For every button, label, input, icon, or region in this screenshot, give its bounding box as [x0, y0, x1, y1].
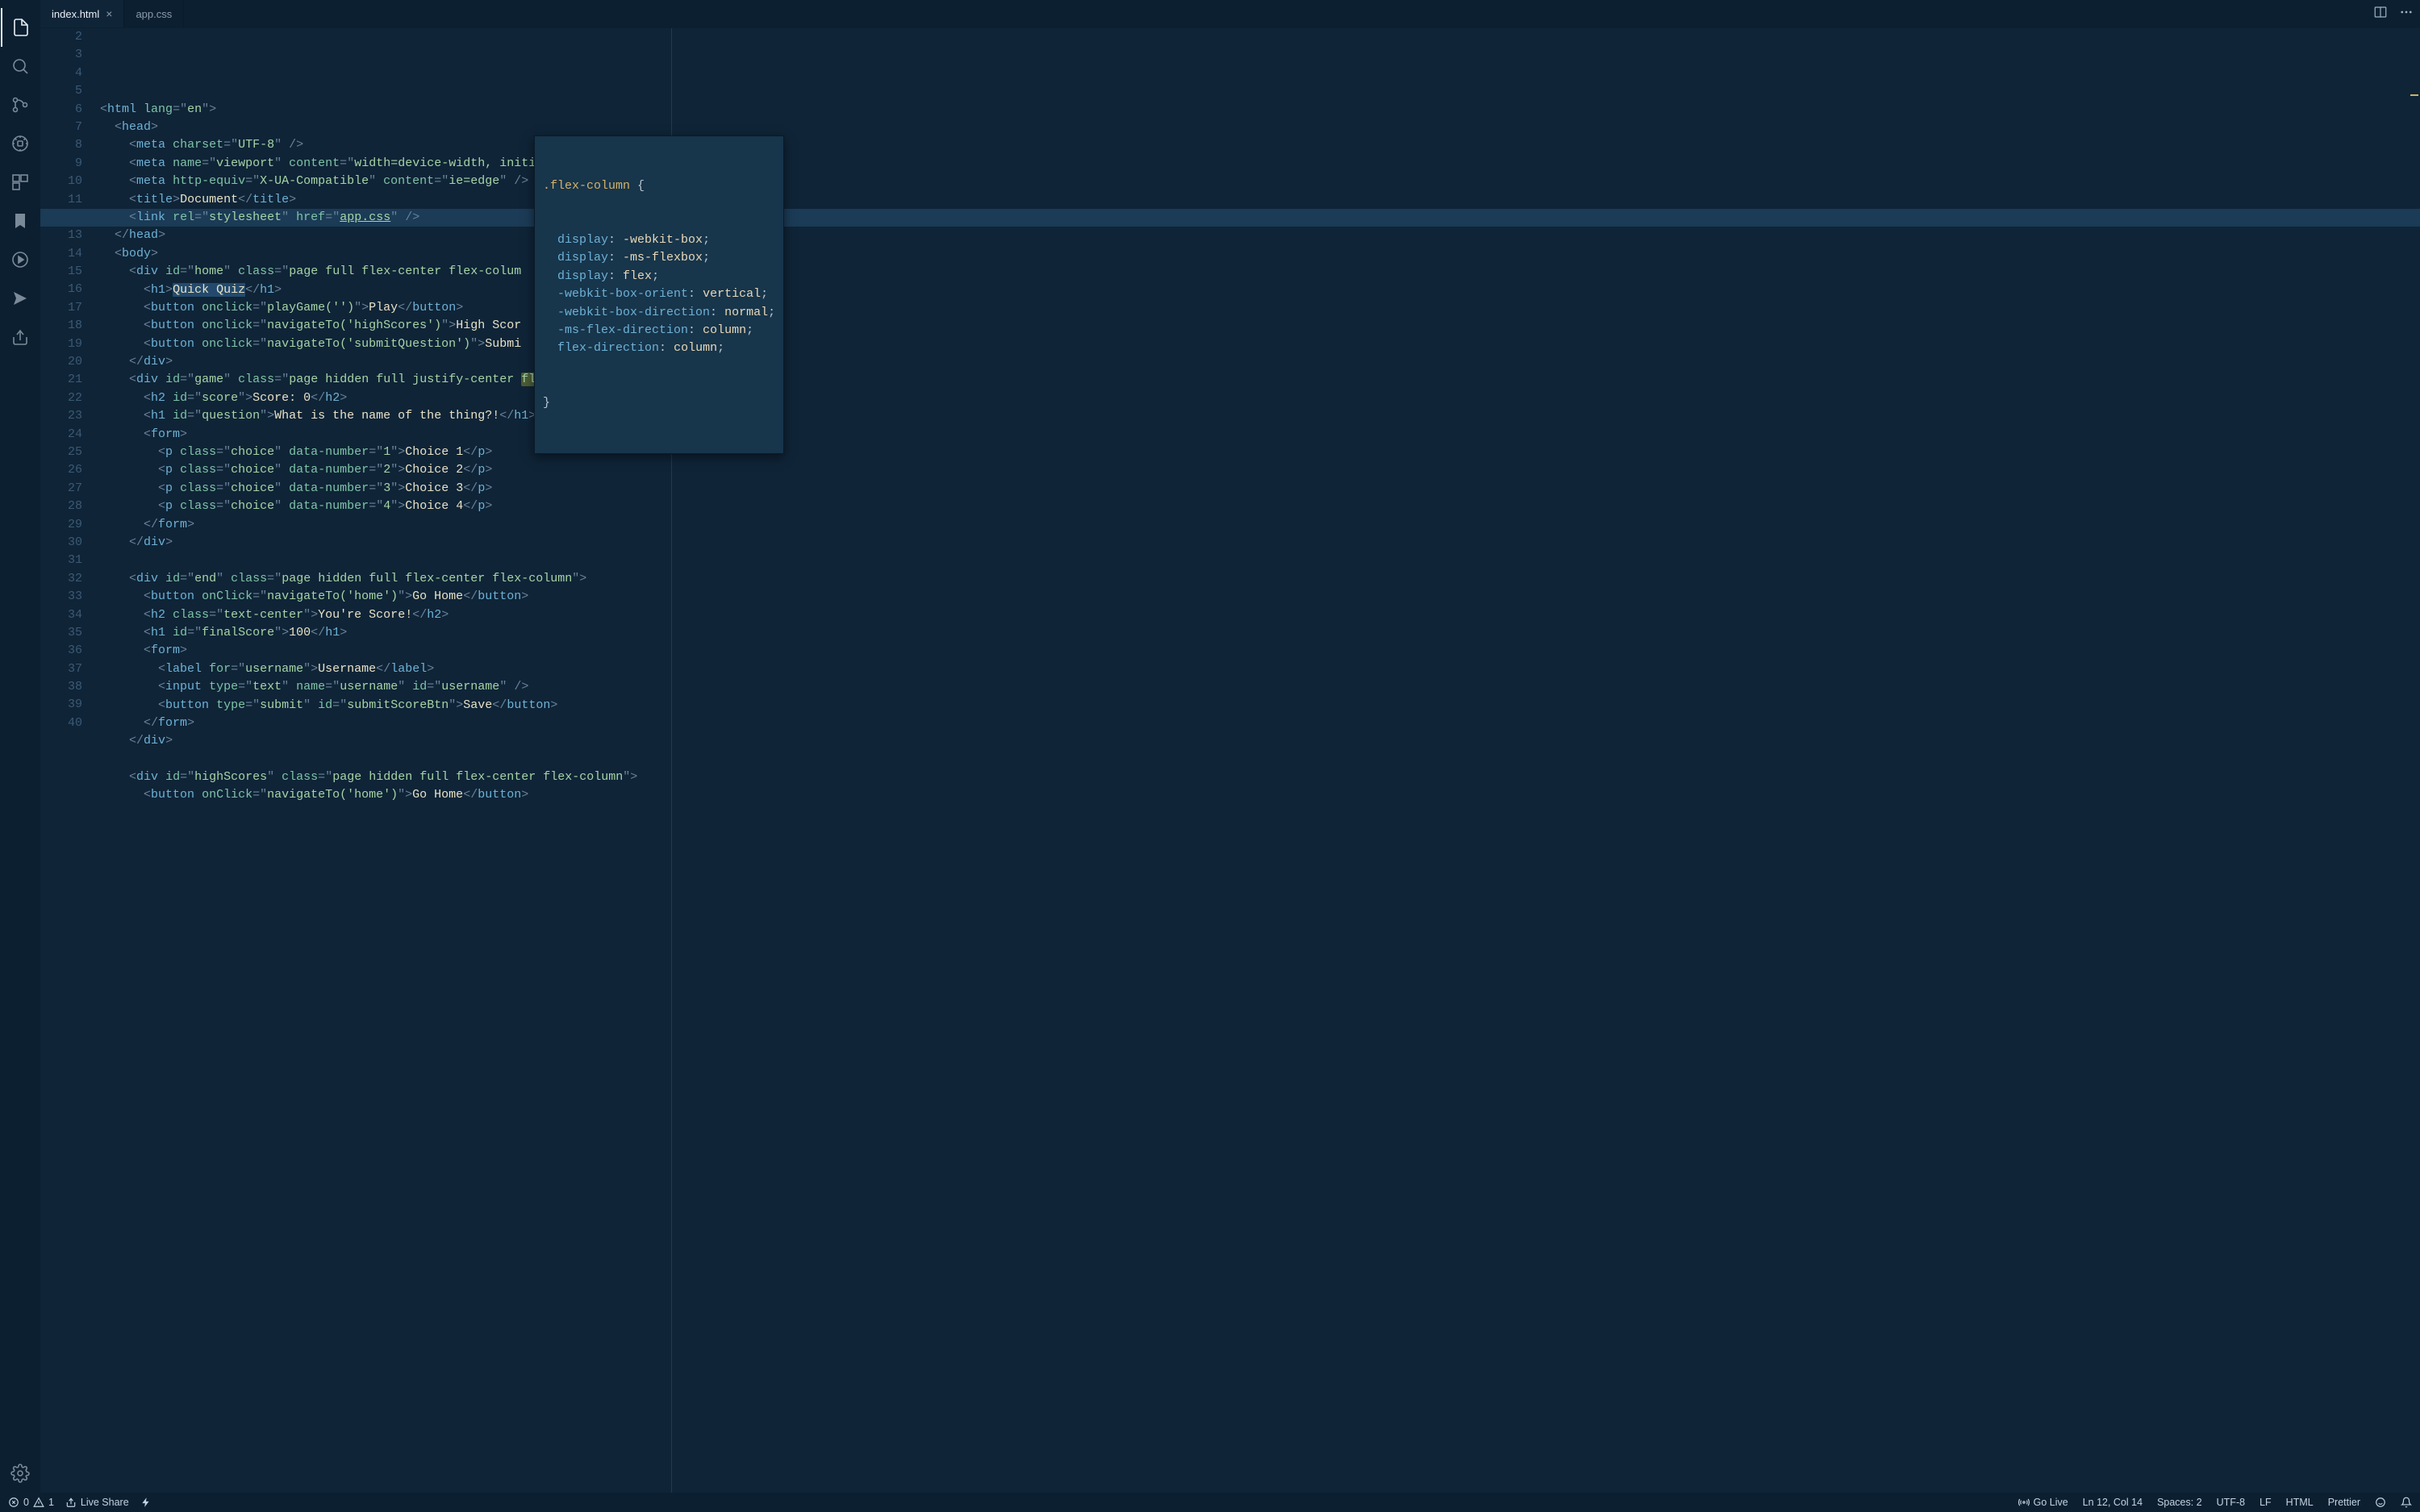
code-line[interactable]: [97, 552, 2420, 569]
extensions-icon[interactable]: [1, 163, 40, 202]
todo-icon[interactable]: [1, 279, 40, 318]
code-line[interactable]: <p class="choice" data-number="1">Choice…: [97, 444, 2420, 461]
code-line[interactable]: <meta charset="UTF-8" />: [97, 136, 2420, 154]
tab-bar: index.html × app.css: [40, 0, 2420, 28]
code-line[interactable]: <button onclick="navigateTo('submitQuest…: [97, 335, 2420, 353]
code-line[interactable]: </div>: [97, 732, 2420, 750]
code-line[interactable]: <button onClick="navigateTo('home')">Go …: [97, 786, 2420, 804]
status-go-live[interactable]: Go Live: [2018, 1497, 2068, 1508]
tab-actions: [2373, 0, 2420, 27]
line-gutter: 2345678910111213141516171819202122232425…: [40, 28, 97, 1493]
code-line[interactable]: <p class="choice" data-number="4">Choice…: [97, 498, 2420, 515]
status-eol[interactable]: LF: [2259, 1497, 2272, 1508]
code-line[interactable]: <h2 class="text-center">You're Score!</h…: [97, 606, 2420, 624]
code-line[interactable]: <button onclick="playGame('')">Play</but…: [97, 299, 2420, 317]
status-prettier[interactable]: Prettier: [2328, 1497, 2360, 1508]
code-line[interactable]: <button type="submit" id="submitScoreBtn…: [97, 697, 2420, 714]
search-icon[interactable]: [1, 47, 40, 85]
share-icon[interactable]: [1, 318, 40, 356]
code-line[interactable]: <div id="end" class="page hidden full fl…: [97, 570, 2420, 588]
tab-index-html[interactable]: index.html ×: [40, 0, 124, 27]
activity-bar: [0, 0, 40, 1493]
code-line[interactable]: <div id="game" class="page hidden full j…: [97, 371, 2420, 389]
tab-label: app.css: [136, 8, 172, 20]
code-line[interactable]: </div>: [97, 353, 2420, 371]
code-line[interactable]: </form>: [97, 516, 2420, 534]
code-line[interactable]: <h2 id="score">Score: 0</h2>: [97, 389, 2420, 407]
code-line[interactable]: <button onclick="navigateTo('highScores'…: [97, 317, 2420, 335]
status-bar: 0 1 Live Share Go Live Ln 12, Col 14 Spa…: [0, 1493, 2420, 1512]
debug-icon[interactable]: [1, 124, 40, 163]
code-line[interactable]: <html lang="en">: [97, 101, 2420, 119]
split-editor-icon[interactable]: [2373, 5, 2388, 23]
tab-app-css[interactable]: app.css: [124, 0, 184, 27]
explorer-icon[interactable]: [1, 8, 40, 47]
tab-label: index.html: [52, 8, 99, 20]
code-line[interactable]: </form>: [97, 714, 2420, 732]
code-line[interactable]: </head>: [97, 227, 2420, 244]
code-line[interactable]: <body>: [97, 245, 2420, 263]
code-line[interactable]: <link rel="stylesheet" href="app.css" />: [97, 209, 2420, 227]
status-encoding[interactable]: UTF-8: [2217, 1497, 2245, 1508]
status-indentation[interactable]: Spaces: 2: [2157, 1497, 2202, 1508]
editor[interactable]: 2345678910111213141516171819202122232425…: [40, 28, 2420, 1493]
code-line[interactable]: <title>Document</title>: [97, 191, 2420, 209]
code-line[interactable]: <meta http-equiv="X-UA-Compatible" conte…: [97, 173, 2420, 190]
status-feedback-icon[interactable]: [2375, 1497, 2386, 1508]
editor-group: index.html × app.css 2345678910111213141…: [40, 0, 2420, 1493]
code-line[interactable]: <h1 id="finalScore">100</h1>: [97, 624, 2420, 642]
code-line[interactable]: <div id="highScores" class="page hidden …: [97, 768, 2420, 786]
code-line[interactable]: <p class="choice" data-number="2">Choice…: [97, 461, 2420, 479]
code-line[interactable]: <meta name="viewport" content="width=dev…: [97, 155, 2420, 173]
source-control-icon[interactable]: [1, 85, 40, 124]
status-live-share[interactable]: Live Share: [65, 1497, 129, 1508]
code-line[interactable]: </div>: [97, 534, 2420, 552]
status-language[interactable]: HTML: [2286, 1497, 2314, 1508]
status-cursor-position[interactable]: Ln 12, Col 14: [2083, 1497, 2143, 1508]
more-icon[interactable]: [2399, 5, 2414, 23]
code-line[interactable]: <h1>Quick Quiz</h1>: [97, 281, 2420, 299]
status-bolt-icon[interactable]: [140, 1497, 152, 1508]
settings-gear-icon[interactable]: [1, 1454, 40, 1493]
status-problems[interactable]: 0 1: [8, 1497, 54, 1508]
refresh-icon[interactable]: [1, 240, 40, 279]
code-line[interactable]: <label for="username">Username</label>: [97, 660, 2420, 678]
code-line[interactable]: <head>: [97, 119, 2420, 136]
status-bell-icon[interactable]: [2401, 1497, 2412, 1508]
code-line[interactable]: <div id="home" class="page full flex-cen…: [97, 263, 2420, 281]
code-line[interactable]: <h1 id="question">What is the name of th…: [97, 407, 2420, 425]
code-line[interactable]: <form>: [97, 426, 2420, 444]
code-line[interactable]: <form>: [97, 642, 2420, 660]
bookmark-icon[interactable]: [1, 202, 40, 240]
code-area[interactable]: .flex-column { display: -webkit-box; dis…: [97, 28, 2420, 1493]
code-line[interactable]: [97, 751, 2420, 768]
close-icon[interactable]: ×: [106, 7, 112, 20]
code-line[interactable]: <p class="choice" data-number="3">Choice…: [97, 480, 2420, 498]
code-line[interactable]: <input type="text" name="username" id="u…: [97, 678, 2420, 696]
code-line[interactable]: <button onClick="navigateTo('home')">Go …: [97, 588, 2420, 606]
css-hover-tooltip: .flex-column { display: -webkit-box; dis…: [534, 135, 784, 454]
